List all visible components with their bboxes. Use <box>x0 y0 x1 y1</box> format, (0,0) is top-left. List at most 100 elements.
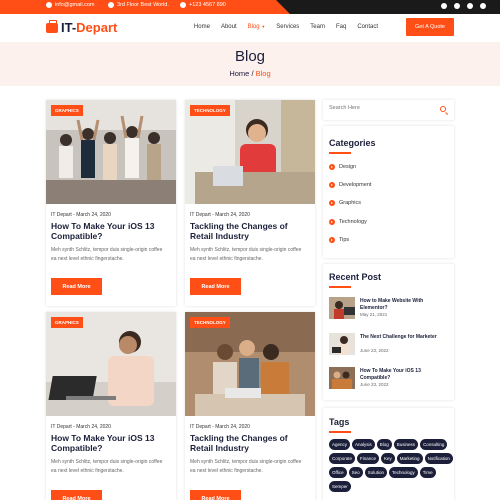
nav-services[interactable]: Services <box>276 24 299 30</box>
tag-pill[interactable]: Solution <box>364 467 387 478</box>
category-item[interactable]: Design <box>329 164 356 170</box>
recent-post-thumbnail[interactable] <box>329 297 355 319</box>
post-title[interactable]: Tackling the Changes of Retail Industry <box>190 433 312 453</box>
read-more-button[interactable]: Read More <box>51 490 102 500</box>
post-category-tag[interactable]: GRAPHICS <box>51 317 83 328</box>
email-info[interactable]: info@gmail.com <box>46 2 95 8</box>
recent-post-link[interactable]: The Next Challenge for Marketer <box>360 334 450 341</box>
phone-info[interactable]: +123 4567 890 <box>180 2 226 8</box>
tag-pill[interactable]: Notification <box>424 453 453 464</box>
recent-post-item[interactable]: The Next Challenge for Marketer June 23,… <box>329 333 451 357</box>
logo-text-part1: IT- <box>61 20 77 35</box>
post-meta: IT Depart - March 24, 2020 <box>190 212 250 218</box>
arrow-right-icon <box>329 164 335 170</box>
facebook-icon[interactable] <box>441 3 447 9</box>
post-title[interactable]: How To Make Your iOS 13 Compatible? <box>51 221 173 241</box>
post-excerpt: Meh synth Schlitz, tempor duis single-or… <box>190 247 302 262</box>
title-underline <box>329 286 351 288</box>
recent-post-item[interactable]: How To Make Your iOS 13 Compatible? June… <box>329 367 451 391</box>
post-title[interactable]: Tackling the Changes of Retail Industry <box>190 221 312 241</box>
tag-pill[interactable]: Business <box>393 439 419 450</box>
get-a-quote-button[interactable]: Get A Quote <box>406 18 454 36</box>
nav-blog-label: Blog <box>247 24 260 30</box>
address-text: 3rd Floor Best World. <box>117 2 169 8</box>
twitter-icon[interactable] <box>454 3 460 9</box>
post-excerpt: Meh synth Schlitz, tempor duis single-or… <box>190 459 302 474</box>
briefcase-icon <box>46 19 58 33</box>
recent-post-item[interactable]: How to Make Website With Elementor? May … <box>329 297 451 321</box>
mail-icon <box>46 2 52 8</box>
post-title[interactable]: How To Make Your iOS 13 Compatible? <box>51 433 173 453</box>
breadcrumb-current: Blog <box>255 69 271 78</box>
nav-faq[interactable]: Faq <box>336 24 346 30</box>
arrow-right-icon <box>329 200 335 206</box>
recent-post-date: June 23, 2022 <box>360 348 389 353</box>
site-logo[interactable]: IT- Depart <box>46 19 118 35</box>
tag-pill[interactable]: Agency <box>329 439 351 450</box>
search-icon[interactable] <box>440 106 446 112</box>
post-meta: IT Depart - March 24, 2020 <box>51 212 111 218</box>
tag-pill[interactable]: Key <box>381 453 395 464</box>
read-more-button[interactable]: Read More <box>190 490 241 500</box>
tag-pill[interactable]: Blog <box>376 439 392 450</box>
post-meta: IT Depart - March 24, 2020 <box>190 424 250 430</box>
page-hero: Blog Home / Blog <box>0 42 500 86</box>
breadcrumb-home[interactable]: Home <box>229 69 249 78</box>
nav-contact[interactable]: Contact <box>357 24 378 30</box>
recent-post-thumbnail[interactable] <box>329 333 355 355</box>
arrow-right-icon <box>329 237 335 243</box>
chevron-down-icon: ▼ <box>261 24 266 29</box>
tag-pill[interactable]: Semper <box>329 481 351 492</box>
recent-post-date: May 21, 2021 <box>360 312 388 317</box>
tags-title: Tags <box>329 417 350 427</box>
category-item[interactable]: Graphics <box>329 200 361 206</box>
top-bar: info@gmail.com 3rd Floor Best World. +12… <box>0 0 500 14</box>
tag-pill[interactable]: Finance <box>357 453 380 464</box>
social-links <box>441 3 486 9</box>
title-underline <box>329 152 351 154</box>
post-category-tag[interactable]: TECHNOLOGY <box>190 317 230 328</box>
email-text[interactable]: info@gmail.com <box>55 2 95 8</box>
nav-blog[interactable]: Blog ▼ <box>248 24 266 30</box>
blog-post-card: GRAPHICS IT Depart - March 24, 2020 How … <box>46 312 176 500</box>
tag-pill[interactable]: Seo <box>348 467 363 478</box>
post-excerpt: Meh synth Schlitz, tempor duis single-or… <box>51 459 163 474</box>
category-item[interactable]: Technology <box>329 219 367 225</box>
arrow-right-icon <box>329 219 335 225</box>
categories-widget: Categories Design Development Graphics T… <box>323 126 454 258</box>
category-item[interactable]: Tips <box>329 237 349 243</box>
read-more-button[interactable]: Read More <box>51 278 102 295</box>
tag-pill[interactable]: Analysis <box>352 439 375 450</box>
recent-posts-widget: Recent Post How to Make Website With Ele… <box>323 264 454 400</box>
logo-text-part2: Depart <box>76 20 118 35</box>
phone-icon <box>180 2 186 8</box>
tags-widget: Tags Agency Analysis Blog Business Consu… <box>323 408 454 500</box>
tag-pill[interactable]: Time <box>419 467 436 478</box>
post-category-tag[interactable]: GRAPHICS <box>51 105 83 116</box>
post-category-tag[interactable]: TECHNOLOGY <box>190 105 230 116</box>
category-item[interactable]: Development <box>329 182 371 188</box>
search-input[interactable] <box>329 105 429 111</box>
instagram-icon[interactable] <box>467 3 473 9</box>
main-nav: Home About Blog ▼ Services Team Faq Cont… <box>194 24 378 30</box>
tag-pill[interactable]: Marketing <box>396 453 423 464</box>
recent-post-link[interactable]: How to Make Website With Elementor? <box>360 298 450 312</box>
read-more-button[interactable]: Read More <box>190 278 241 295</box>
nav-team[interactable]: Team <box>310 24 325 30</box>
recent-post-link[interactable]: How To Make Your iOS 13 Compatible? <box>360 368 450 382</box>
nav-about[interactable]: About <box>221 24 237 30</box>
category-label: Graphics <box>339 200 362 206</box>
categories-title: Categories <box>329 138 376 148</box>
tag-pill[interactable]: Technology <box>388 467 418 478</box>
category-label: Tips <box>339 237 350 243</box>
recent-post-thumbnail[interactable] <box>329 367 355 389</box>
address-info: 3rd Floor Best World. <box>108 2 169 8</box>
phone-text[interactable]: +123 4567 890 <box>189 2 226 8</box>
tag-pill[interactable]: Office <box>329 467 347 478</box>
search-widget <box>323 100 454 120</box>
tag-pill[interactable]: Consulting <box>420 439 448 450</box>
nav-home[interactable]: Home <box>194 24 210 30</box>
pinterest-icon[interactable] <box>480 3 486 9</box>
arrow-right-icon <box>329 182 335 188</box>
tag-pill[interactable]: Corporate <box>329 453 356 464</box>
